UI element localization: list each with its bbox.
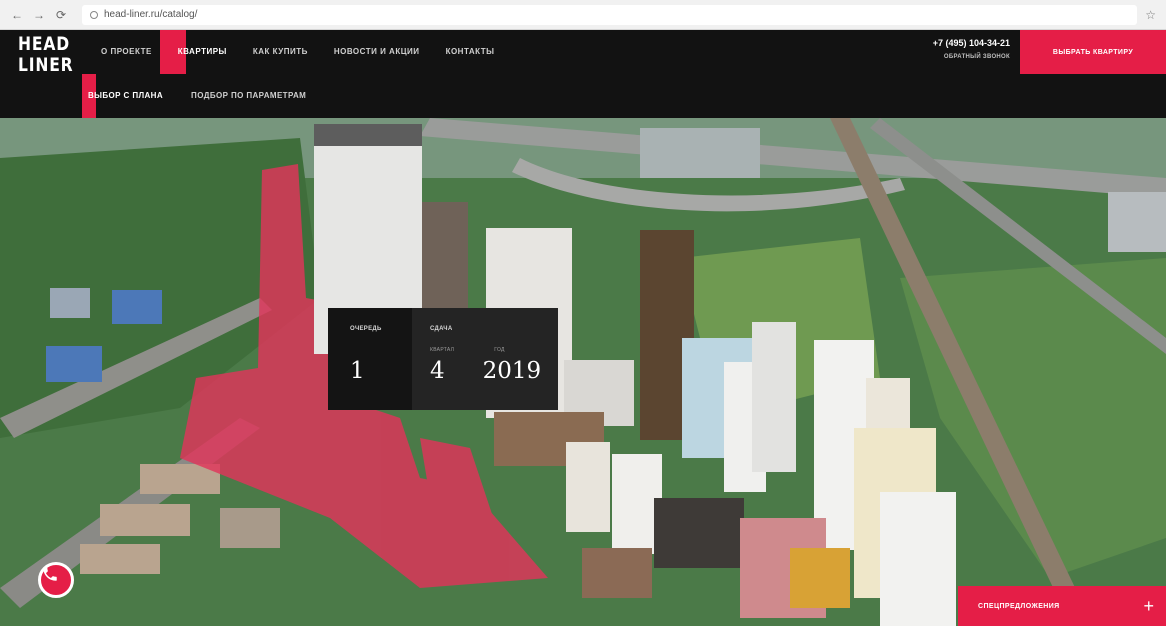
main-nav: О ПРОЕКТЕ КВАРТИРЫ КАК КУПИТЬ НОВОСТИ И … xyxy=(88,30,507,74)
queue-label: ОЧЕРЕДЬ xyxy=(350,326,382,332)
logo[interactable]: HEAD LINER xyxy=(18,33,74,80)
nav-item-about[interactable]: О ПРОЕКТЕ xyxy=(88,30,165,74)
plus-icon: + xyxy=(1143,596,1154,616)
blue-roof-building-2 xyxy=(46,346,102,382)
site-header: HEAD LINER О ПРОЕКТЕ КВАРТИРЫ КАК КУПИТЬ… xyxy=(0,30,1166,118)
nav-item-contacts[interactable]: КОНТАКТЫ xyxy=(433,30,508,74)
info-icon xyxy=(90,10,98,19)
bookmark-star-icon[interactable]: ☆ xyxy=(1145,8,1156,22)
queue-value: 1 xyxy=(350,358,365,384)
industrial-sheds xyxy=(640,128,760,178)
browser-toolbar: ← → ⟳ head-liner.ru/catalog/ ☆ xyxy=(0,0,1166,30)
nav-item-news[interactable]: НОВОСТИ И АКЦИИ xyxy=(321,30,433,74)
contact-block: +7 (495) 104-34-21 ОБРАТНЫЙ ЗВОНОК xyxy=(910,38,1010,60)
warehouse-right xyxy=(1108,192,1166,252)
nav-item-how-to-buy[interactable]: КАК КУПИТЬ xyxy=(240,30,321,74)
year-label: ГОД xyxy=(494,347,505,353)
brick-building xyxy=(582,548,652,598)
choose-apartment-button[interactable]: ВЫБРАТЬ КВАРТИРУ xyxy=(1020,30,1166,74)
logo-line-2: LINER xyxy=(18,54,74,76)
queue-info-panel: ОЧЕРЕДЬ 1 СДАЧА КВАРТАЛ ГОД 4 2019 xyxy=(328,308,558,410)
address-text: head-liner.ru/catalog/ xyxy=(104,9,198,20)
sub-nav: ВЫБОР С ПЛАНА ПОДБОР ПО ПАРАМЕТРАМ xyxy=(88,74,334,118)
callback-link[interactable]: ОБРАТНЫЙ ЗВОНОК xyxy=(910,54,1010,60)
old-building xyxy=(50,288,90,318)
forward-icon[interactable]: → xyxy=(32,8,46,22)
delivery-label: СДАЧА xyxy=(430,326,453,332)
year-value: 2019 xyxy=(482,358,542,384)
reload-icon[interactable]: ⟳ xyxy=(54,8,68,22)
callback-button[interactable] xyxy=(38,562,74,598)
old-block-4 xyxy=(220,508,280,548)
dark-building xyxy=(654,498,744,568)
quarter-label: КВАРТАЛ xyxy=(430,347,455,353)
phone-icon xyxy=(43,567,57,581)
special-offers-label: СПЕЦПРЕДЛОЖЕНИЯ xyxy=(978,602,1060,610)
subnav-item-plan[interactable]: ВЫБОР С ПЛАНА xyxy=(88,74,177,118)
blue-roof-building xyxy=(112,290,162,324)
delivery-values: 4 2019 xyxy=(430,358,558,384)
tower-roof xyxy=(314,124,422,146)
queue-column: ОЧЕРЕДЬ 1 xyxy=(328,308,412,410)
tower-white-right xyxy=(752,322,796,472)
logo-line-1: HEAD xyxy=(18,33,70,55)
delivery-sublabels: КВАРТАЛ ГОД xyxy=(430,347,558,353)
yellow-courtyard xyxy=(790,548,850,608)
phone-number[interactable]: +7 (495) 104-34-21 xyxy=(910,38,1010,48)
special-offers-button[interactable]: СПЕЦПРЕДЛОЖЕНИЯ + xyxy=(958,586,1166,626)
nav-item-apartments[interactable]: КВАРТИРЫ xyxy=(165,30,240,74)
aerial-render: ОЧЕРЕДЬ 1 СДАЧА КВАРТАЛ ГОД 4 2019 СПЕЦП… xyxy=(0,118,1166,626)
old-block-3 xyxy=(80,544,160,574)
back-icon[interactable]: ← xyxy=(10,8,24,22)
quarter-value: 4 xyxy=(430,358,445,384)
address-bar[interactable]: head-liner.ru/catalog/ xyxy=(82,4,1138,25)
delivery-column: СДАЧА КВАРТАЛ ГОД 4 2019 xyxy=(412,308,558,410)
aerial-scene xyxy=(0,118,1166,626)
subnav-item-params[interactable]: ПОДБОР ПО ПАРАМЕТРАМ xyxy=(191,74,320,118)
old-block-2 xyxy=(100,504,190,536)
tower-front xyxy=(880,492,956,626)
mid-tower-1 xyxy=(566,442,610,532)
